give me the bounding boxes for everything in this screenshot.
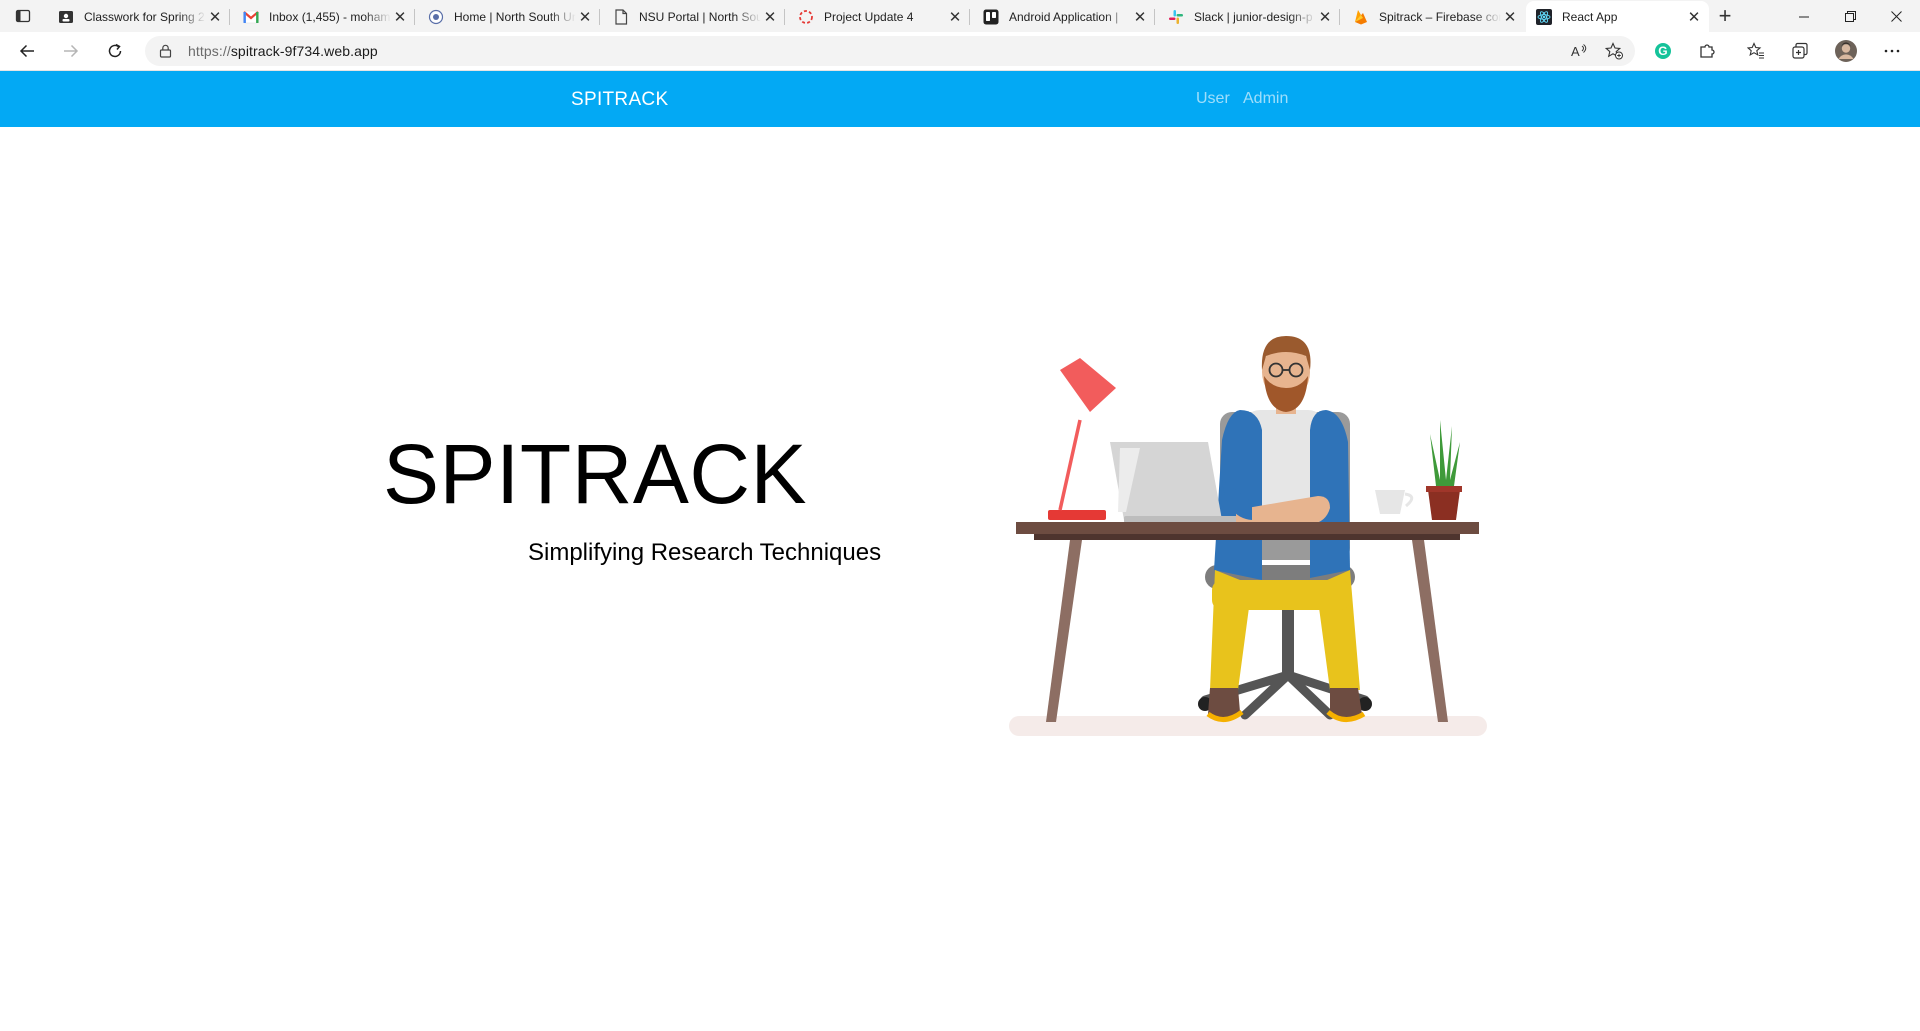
tab-title: React App [1562, 9, 1618, 24]
arrow-left-icon [19, 44, 34, 58]
collections-icon [1792, 42, 1808, 59]
browser-tab[interactable]: Spitrack – Firebase con ✕ [1343, 1, 1525, 32]
tab-title: Android Application | [1009, 9, 1119, 24]
browser-tab[interactable]: Inbox (1,455) - mohamm ✕ [233, 1, 415, 32]
avatar [1835, 40, 1857, 62]
tab-title: Home | North South Un [454, 9, 576, 24]
cup [1375, 490, 1405, 514]
close-tab-icon[interactable]: ✕ [761, 8, 779, 26]
extensions-button[interactable] [1693, 38, 1721, 64]
lock-icon [159, 44, 172, 58]
star-plus-icon [1604, 42, 1623, 60]
navbar-brand[interactable]: SPITRACK [571, 89, 668, 111]
browser-tab[interactable]: Classwork for Spring 2 ✕ [48, 1, 230, 32]
url-host: spitrack-9f734.web.app [230, 43, 378, 59]
pants-lap [1212, 580, 1350, 610]
close-icon [1890, 10, 1902, 22]
plant-pot [1428, 490, 1460, 520]
browser-tab[interactable]: NSU Portal | North Sou ✕ [603, 1, 785, 32]
browser-tab[interactable]: Project Update 4 ✕ [788, 1, 970, 32]
hero-subtitle: Simplifying Research Techniques [528, 539, 882, 566]
browser-tab[interactable]: Slack | junior-design-p ✕ [1158, 1, 1340, 32]
firebase-icon [1353, 9, 1369, 25]
tab-title: Spitrack – Firebase con [1379, 9, 1501, 24]
favorites-icon [1747, 42, 1764, 59]
loading-icon [798, 9, 814, 25]
grammarly-icon: G [1655, 43, 1671, 59]
close-tab-icon[interactable]: ✕ [391, 8, 409, 26]
floor-shadow [1009, 716, 1487, 736]
tab-title: NSU Portal | North Sou [639, 9, 761, 24]
hero-title: SPITRACK [383, 427, 808, 521]
desk-apron [1034, 534, 1460, 540]
refresh-icon [108, 43, 122, 58]
nav-link-user[interactable]: User [1196, 90, 1230, 108]
close-tab-icon[interactable]: ✕ [576, 8, 594, 26]
favorites-button[interactable] [1742, 38, 1770, 64]
page-icon [613, 8, 629, 25]
profile-button[interactable] [1832, 38, 1860, 64]
url-scheme: https:// [188, 43, 231, 59]
url-text[interactable]: https://spitrack-9f734.web.app [188, 43, 378, 59]
classroom-icon [58, 9, 74, 25]
lamp-shade [1060, 358, 1116, 412]
browser-tab[interactable]: Android Application | ✕ [973, 1, 1155, 32]
close-tab-icon[interactable]: ✕ [946, 8, 964, 26]
tab-actions-menu-button[interactable] [10, 6, 36, 26]
svg-text:A: A [1571, 44, 1580, 59]
plant-leaves [1430, 420, 1460, 486]
puzzle-icon [1700, 44, 1715, 58]
desk-leg [1412, 540, 1448, 722]
add-favorite-button[interactable] [1604, 42, 1623, 65]
gmail-icon [243, 9, 259, 25]
forward-button[interactable] [57, 38, 85, 64]
trello-icon [983, 9, 999, 25]
lamp-base [1048, 510, 1106, 520]
plus-icon: + [1718, 3, 1732, 28]
tab-title: Classwork for Spring 2 [84, 9, 205, 24]
close-tab-icon[interactable]: ✕ [1316, 8, 1334, 26]
read-aloud-button[interactable]: A [1570, 42, 1588, 65]
office-worker-illustration [1009, 336, 1487, 736]
tab-title: Slack | junior-design-p [1194, 9, 1313, 24]
slack-icon [1168, 9, 1184, 25]
jacket-right [1310, 410, 1350, 578]
app-navbar: SPITRACK User Admin [0, 71, 1920, 127]
browser-tab-active[interactable]: React App ✕ [1526, 1, 1709, 32]
read-aloud-icon: A [1571, 44, 1587, 59]
restore-icon [1844, 10, 1856, 22]
close-tab-icon[interactable]: ✕ [1501, 8, 1519, 26]
back-button[interactable] [13, 38, 41, 64]
desk-leg [1046, 540, 1082, 722]
shoe-left [1208, 688, 1240, 718]
more-horizontal-icon [1884, 49, 1900, 53]
tab-actions-icon [15, 9, 31, 23]
close-tab-icon[interactable]: ✕ [206, 8, 224, 26]
browser-toolbar: https://spitrack-9f734.web.app A G [0, 32, 1920, 71]
tab-title: Inbox (1,455) - mohamm [269, 9, 391, 24]
browser-tab-strip: Classwork for Spring 2 ✕ Inbox (1,455) -… [0, 0, 1920, 32]
arrow-right-icon [64, 44, 79, 58]
minimize-icon [1798, 16, 1809, 17]
refresh-button[interactable] [101, 38, 129, 64]
lamp-arm [1058, 419, 1082, 511]
svg-text:G: G [1658, 44, 1667, 58]
tab-title: Project Update 4 [824, 9, 914, 24]
restore-window-button[interactable] [1827, 0, 1873, 32]
browser-tab[interactable]: Home | North South Un ✕ [418, 1, 600, 32]
close-window-button[interactable] [1873, 0, 1919, 32]
settings-menu-button[interactable] [1878, 38, 1906, 64]
grammarly-extension-button[interactable]: G [1649, 38, 1677, 64]
react-icon [1536, 8, 1552, 25]
new-tab-button[interactable]: + [1712, 3, 1738, 28]
university-icon [428, 9, 444, 25]
shoe-right [1330, 688, 1362, 718]
close-tab-icon[interactable]: ✕ [1685, 8, 1703, 26]
nav-link-admin[interactable]: Admin [1243, 90, 1288, 108]
desk-top [1016, 522, 1479, 534]
collections-button[interactable] [1786, 38, 1814, 64]
address-bar[interactable]: https://spitrack-9f734.web.app A [145, 36, 1635, 66]
close-tab-icon[interactable]: ✕ [1131, 8, 1149, 26]
minimize-window-button[interactable] [1781, 0, 1827, 32]
